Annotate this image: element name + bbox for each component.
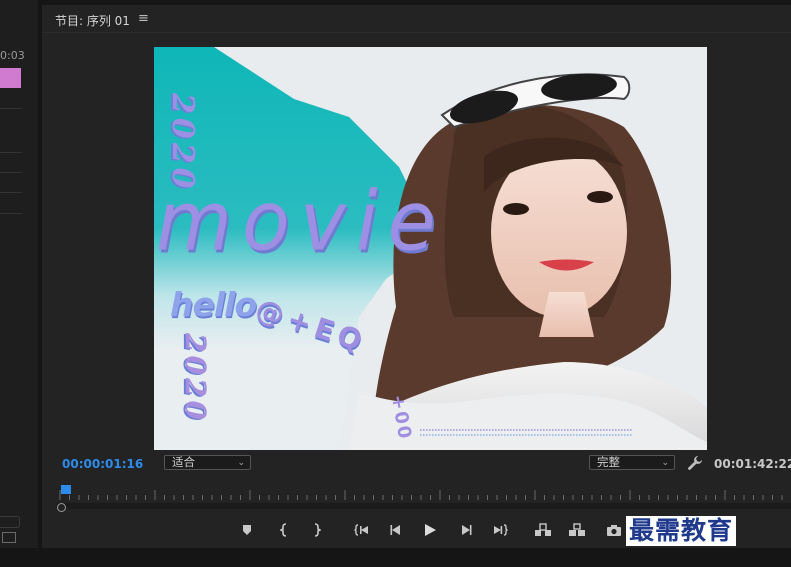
current-timecode[interactable]: 00:00:01:16 — [62, 457, 143, 471]
export-frame-icon[interactable] — [604, 520, 624, 540]
quality-select[interactable]: 完整 ⌄ — [589, 455, 675, 470]
wrench-icon[interactable] — [687, 455, 703, 471]
track-divider — [0, 192, 22, 193]
track-divider — [0, 213, 22, 214]
quality-select-value: 完整 — [597, 455, 620, 469]
bottom-border — [0, 548, 791, 567]
timeline-clip[interactable] — [0, 68, 21, 88]
fit-select[interactable]: 适合 ⌄ — [164, 455, 251, 470]
mark-in-icon[interactable] — [274, 520, 294, 540]
play-icon[interactable] — [420, 520, 440, 540]
panel-title[interactable]: 节目: 序列 01 — [55, 12, 130, 29]
title-divider — [42, 32, 791, 33]
movie-title-text: movie — [156, 174, 446, 270]
track-divider — [0, 152, 22, 153]
panel-export-icon[interactable] — [2, 532, 16, 543]
track-divider — [0, 172, 22, 173]
hamburger-menu-icon[interactable]: ≡ — [138, 11, 149, 26]
panel-scroll-handle[interactable] — [0, 516, 20, 528]
hello-text: hello — [170, 285, 257, 324]
track-divider — [0, 108, 22, 109]
program-monitor: 节目: 序列 01 ≡ 2020 movie hello 2020 @+EQ +… — [42, 5, 791, 548]
video-preview: 2020 movie hello 2020 @+EQ +00 — [154, 47, 707, 450]
add-marker-icon[interactable] — [237, 520, 257, 540]
step-forward-icon[interactable] — [456, 520, 476, 540]
zoom-handle[interactable] — [57, 503, 66, 512]
duration-timecode: 00:01:42:22 — [714, 457, 791, 471]
watermark-logo: 最需教育 — [626, 516, 737, 546]
time-ruler[interactable] — [56, 489, 791, 502]
zoom-scrollbar[interactable] — [56, 503, 791, 509]
step-back-icon[interactable] — [386, 520, 406, 540]
year-lower-text: 2020 — [179, 333, 212, 423]
go-to-out-icon[interactable] — [490, 520, 510, 540]
extract-icon[interactable] — [567, 520, 587, 540]
fit-select-value: 适合 — [172, 455, 195, 469]
lift-icon[interactable] — [533, 520, 553, 540]
playhead-marker[interactable] — [61, 485, 71, 494]
timeline-timecode-fragment: 0:03 — [0, 49, 25, 62]
left-panel: 0:03 — [0, 0, 38, 548]
chevron-down-icon: ⌄ — [237, 458, 245, 468]
chevron-down-icon: ⌄ — [661, 458, 669, 468]
go-to-in-icon[interactable] — [352, 520, 372, 540]
mark-out-icon[interactable] — [307, 520, 327, 540]
